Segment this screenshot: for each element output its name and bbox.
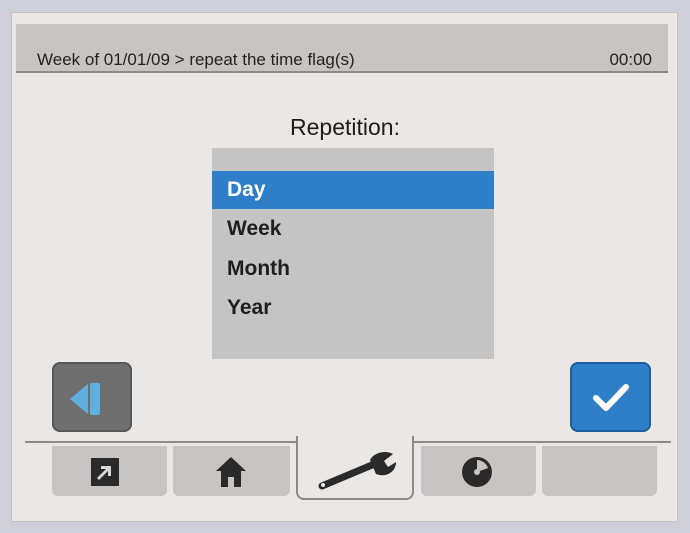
- tab-home[interactable]: [173, 446, 290, 496]
- tab-external[interactable]: [52, 446, 167, 496]
- dialog-heading: Repetition:: [290, 114, 400, 140]
- tab-divider-right: [413, 441, 671, 443]
- tab-settings[interactable]: [296, 436, 414, 500]
- external-link-icon: [91, 458, 119, 486]
- wrench-icon: [318, 452, 396, 490]
- list-item-month[interactable]: Month: [212, 250, 494, 288]
- header-time: 00:00: [609, 50, 652, 69]
- list-item-day[interactable]: Day: [212, 171, 494, 209]
- confirm-button[interactable]: [570, 362, 651, 432]
- disc-icon: [462, 457, 492, 487]
- tab-empty[interactable]: [542, 446, 657, 496]
- checkmark-icon: [593, 384, 629, 411]
- tab-divider-left: [25, 441, 296, 443]
- repetition-list: Day Week Month Year: [212, 148, 494, 359]
- list-item-year[interactable]: Year: [212, 289, 494, 327]
- header-title: Week of 01/01/09 > repeat the time flag(…: [37, 50, 355, 69]
- back-button[interactable]: [52, 362, 132, 432]
- list-item-week[interactable]: Week: [212, 210, 494, 248]
- tab-disc[interactable]: [421, 446, 536, 496]
- home-icon: [216, 457, 246, 487]
